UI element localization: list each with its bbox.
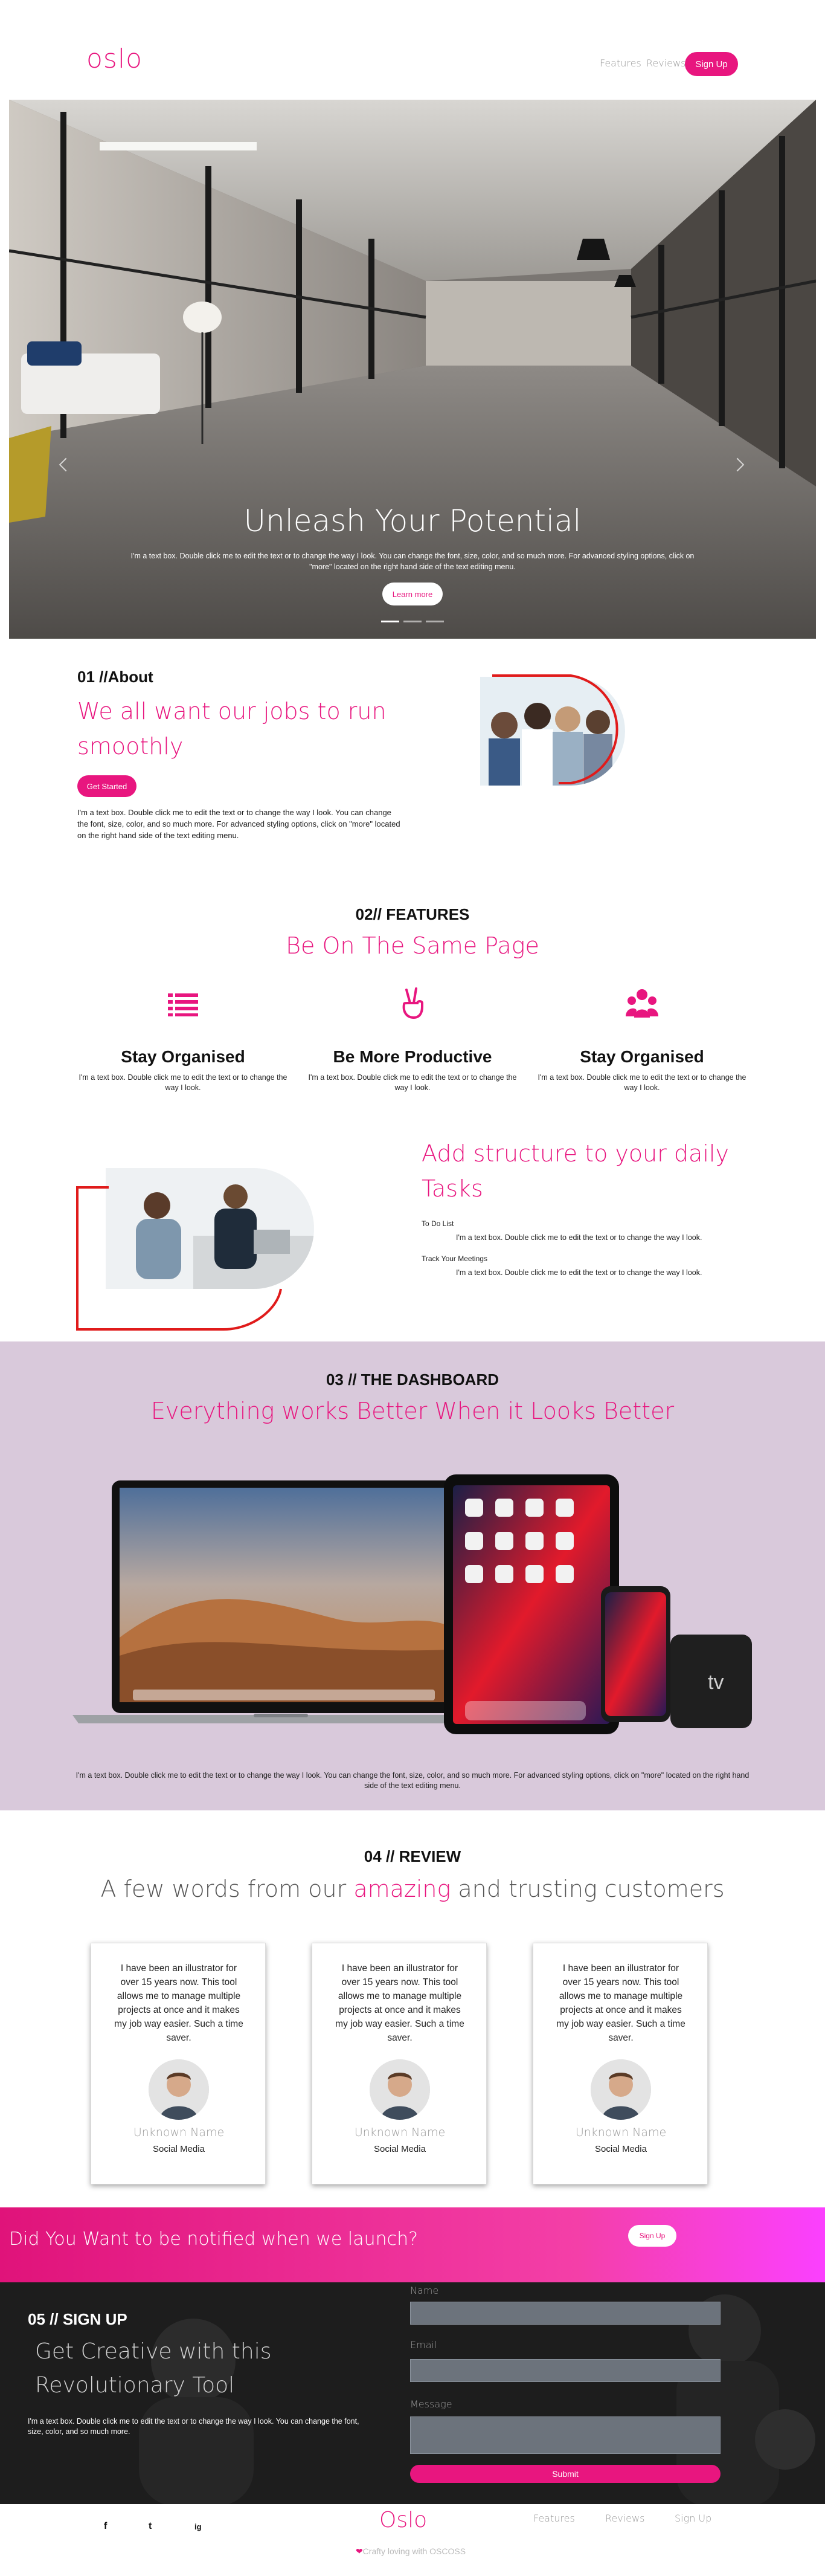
reviewer-name: Unknown Name	[133, 2126, 225, 2139]
avatar	[149, 2059, 209, 2120]
review-card: I have been an illustrator for over 15 y…	[91, 1943, 266, 2184]
about-title: We all want our jobs to run smoothly	[77, 698, 387, 760]
review-text: I have been an illustrator for over 15 y…	[335, 1963, 464, 2043]
twitter-icon[interactable]: t	[149, 2521, 152, 2532]
facebook-icon[interactable]: f	[104, 2521, 107, 2532]
slide-indicator[interactable]	[403, 621, 422, 622]
structure-title: Add structure to your daily Tasks	[422, 1140, 729, 1202]
feature-text: I'm a text box. Double click me to edit …	[538, 1073, 746, 1092]
message-label: Message	[410, 2398, 452, 2410]
dashboard-title: Everything works Better When it Looks Be…	[150, 1398, 675, 1424]
dashboard-number: 03 // THE DASHBOARD	[326, 1370, 499, 1389]
todo-text: I'm a text box. Double click me to edit …	[456, 1233, 702, 1242]
hero-text: I'm a text box. Double click me to edit …	[130, 552, 695, 571]
message-field[interactable]	[410, 2416, 721, 2454]
apple-tv-label: tv	[708, 1671, 724, 1694]
notify-text: Did You Want to be notified when we laun…	[9, 2229, 419, 2250]
about-text: I'm a text box. Double click me to edit …	[77, 808, 400, 840]
reviewer-role: Social Media	[374, 2144, 426, 2154]
features-number: 02// FEATURES	[355, 905, 470, 923]
avatar	[370, 2059, 430, 2120]
reviewer-role: Social Media	[595, 2144, 647, 2154]
site-logo[interactable]: oslo	[86, 44, 143, 74]
todo-label: To Do List	[422, 1219, 454, 1228]
footer-credit-text: Crafty loving with OSCOSS	[362, 2546, 466, 2556]
heart-icon: ❤	[355, 2546, 363, 2556]
feature-card: Be More Productive I'm a text box. Doubl…	[307, 1047, 518, 1093]
review-number: 04 // REVIEW	[364, 1847, 461, 1865]
submit-button[interactable]: Submit	[410, 2465, 721, 2483]
feature-card: Stay Organised I'm a text box. Double cl…	[536, 1047, 748, 1093]
footer-link-features[interactable]: Features	[533, 2513, 575, 2524]
email-field[interactable]	[410, 2359, 721, 2382]
devices-mockup: tv	[72, 1474, 752, 1734]
team-icon	[621, 982, 663, 1024]
hero-slider: Unleash Your Potential I'm a text box. D…	[9, 100, 816, 639]
about-number: 01 //About	[77, 668, 153, 686]
review-title-end: and trusting customers	[451, 1876, 725, 1902]
review-text: I have been an illustrator for over 15 y…	[556, 1963, 685, 2043]
footer-credit: ❤Crafty loving with OSCOSS	[290, 2546, 531, 2557]
review-text: I have been an illustrator for over 15 y…	[114, 1963, 243, 2043]
meetings-label: Track Your Meetings	[422, 1254, 487, 1263]
notify-signup-button[interactable]: Sign Up	[628, 2225, 676, 2247]
name-field[interactable]	[410, 2302, 721, 2325]
review-title-highlight: amazing	[353, 1876, 451, 1902]
signup-number: 05 // SIGN UP	[28, 2310, 127, 2328]
name-label: Name	[410, 2285, 439, 2296]
feature-text: I'm a text box. Double click me to edit …	[308, 1073, 517, 1092]
get-started-button[interactable]: Get Started	[77, 775, 136, 797]
team-photo	[480, 674, 625, 786]
footer-link-reviews[interactable]: Reviews	[605, 2513, 644, 2524]
signup-text: I'm a text box. Double click me to edit …	[28, 2417, 359, 2436]
feature-card: Stay Organised I'm a text box. Double cl…	[77, 1047, 289, 1093]
learn-more-button[interactable]: Learn more	[382, 583, 443, 605]
email-label: Email	[410, 2339, 437, 2351]
reviewer-name: Unknown Name	[354, 2126, 446, 2139]
features-title: Be On The Same Page	[286, 932, 539, 959]
meeting-photo	[76, 1168, 314, 1331]
signup-title: Get Creative with this Revolutionary Too…	[35, 2339, 272, 2398]
review-title-start: A few words from our	[100, 1876, 354, 1902]
footer-logo[interactable]: Oslo	[379, 2508, 427, 2532]
feature-title: Stay Organised	[580, 1047, 704, 1066]
reviewer-role: Social Media	[153, 2144, 205, 2154]
dashboard-text: I'm a text box. Double click me to edit …	[75, 1771, 750, 1790]
list-icon	[162, 983, 204, 1025]
slide-indicator[interactable]	[381, 621, 399, 622]
feature-title: Stay Organised	[121, 1047, 245, 1066]
review-title: A few words from our amazing and trustin…	[0, 1876, 825, 1902]
nav-reviews[interactable]: Reviews	[646, 57, 685, 69]
review-card: I have been an illustrator for over 15 y…	[533, 1943, 708, 2184]
feature-text: I'm a text box. Double click me to edit …	[79, 1073, 287, 1092]
reviewer-name: Unknown Name	[575, 2126, 667, 2139]
slide-indicator[interactable]	[426, 621, 444, 622]
nav-signup-button[interactable]: Sign Up	[685, 52, 738, 76]
nav-features[interactable]: Features	[600, 57, 641, 69]
instagram-icon[interactable]: ig	[194, 2522, 202, 2531]
footer-link-signup[interactable]: Sign Up	[675, 2513, 711, 2524]
review-card: I have been an illustrator for over 15 y…	[312, 1943, 487, 2184]
hero-title: Unleash Your Potential	[243, 503, 582, 538]
avatar	[591, 2059, 651, 2120]
feature-title: Be More Productive	[333, 1047, 492, 1066]
meetings-text: I'm a text box. Double click me to edit …	[456, 1268, 702, 1277]
peace-hand-icon	[391, 982, 434, 1024]
